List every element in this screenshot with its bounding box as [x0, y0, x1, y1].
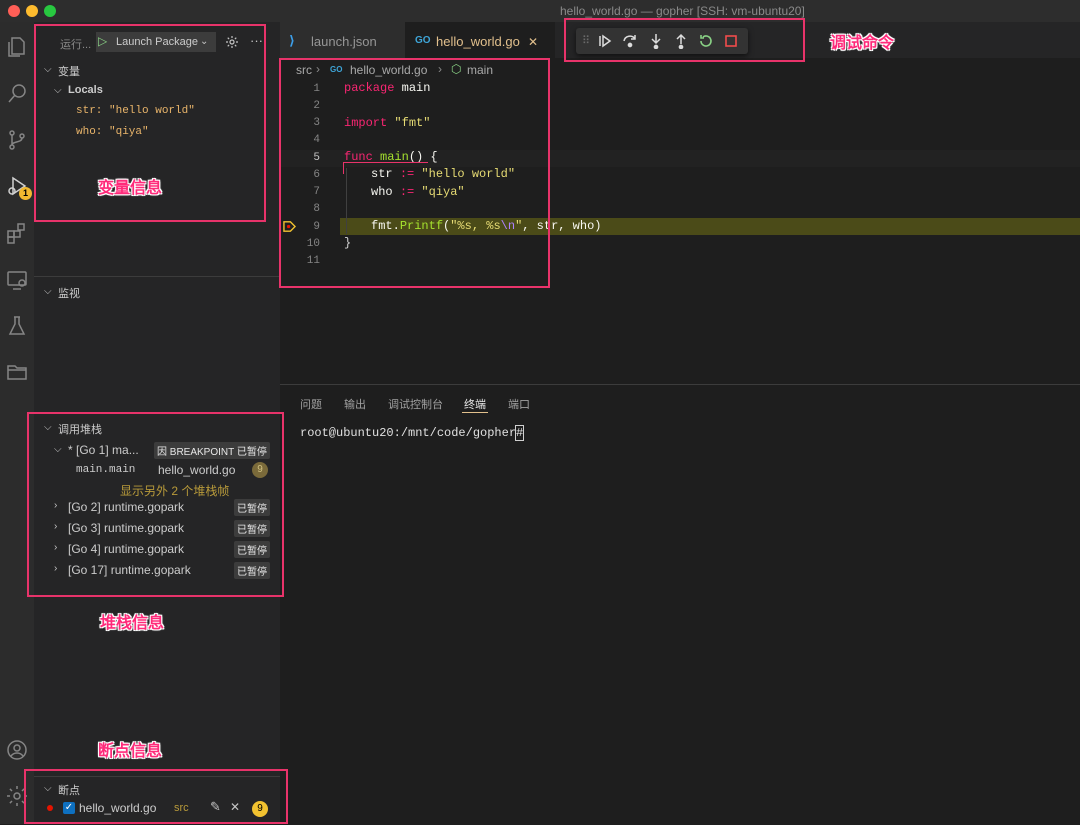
tab-launch-json-label: launch.json [311, 34, 377, 49]
tab-terminal[interactable]: 终端 [464, 396, 486, 412]
annotation-box-debug-commands [564, 18, 805, 62]
annotation-box-code [279, 58, 550, 288]
terminal-cursor [515, 425, 524, 441]
tab-hello-world-label: hello_world.go [436, 34, 520, 49]
annotation-line [343, 162, 428, 163]
annotation-debug-commands: 调试命令 [830, 35, 895, 52]
tab-debug-console[interactable]: 调试控制台 [388, 396, 443, 412]
title-bar: hello_world.go — gopher [SSH: vm-ubuntu2… [0, 0, 1080, 22]
debug-badge: 1 [19, 187, 32, 200]
annotation-stack-info: 堆栈信息 [100, 615, 165, 632]
bottom-panel [280, 384, 1080, 825]
folder-icon[interactable] [5, 360, 29, 384]
terminal-prompt[interactable]: root@ubuntu20:/mnt/code/gopher# [300, 426, 523, 440]
maximize-window-button[interactable] [44, 5, 56, 17]
chevron-down-icon[interactable]: ⌵ [44, 286, 52, 297]
annotation-box-callstack [27, 412, 284, 597]
window-title: hello_world.go — gopher [SSH: vm-ubuntu2… [560, 4, 805, 18]
extensions-icon[interactable] [5, 221, 29, 245]
annotation-line [343, 162, 344, 174]
vscode-json-icon: ⟩ [289, 33, 295, 48]
tab-output[interactable]: 输出 [344, 396, 366, 412]
divider [34, 276, 280, 277]
testing-icon[interactable] [5, 314, 29, 338]
active-tab-indicator [462, 412, 488, 413]
tab-ports[interactable]: 端口 [508, 396, 530, 412]
search-icon[interactable] [5, 82, 29, 106]
tab-problems[interactable]: 问题 [300, 396, 322, 412]
watch-section-title[interactable]: 监视 [58, 285, 80, 301]
close-tab-icon[interactable]: ✕ [528, 35, 538, 49]
minimize-window-button[interactable] [26, 5, 38, 17]
annotation-breakpoint-info: 断点信息 [98, 743, 163, 760]
remote-explorer-icon[interactable] [5, 268, 29, 292]
explorer-icon[interactable] [5, 35, 29, 59]
source-control-icon[interactable] [5, 128, 29, 152]
account-icon[interactable] [5, 738, 29, 762]
annotation-variable-info: 变量信息 [98, 180, 163, 197]
annotation-box-breakpoints [24, 769, 288, 824]
go-file-icon: GO [415, 35, 431, 46]
close-window-button[interactable] [8, 5, 20, 17]
